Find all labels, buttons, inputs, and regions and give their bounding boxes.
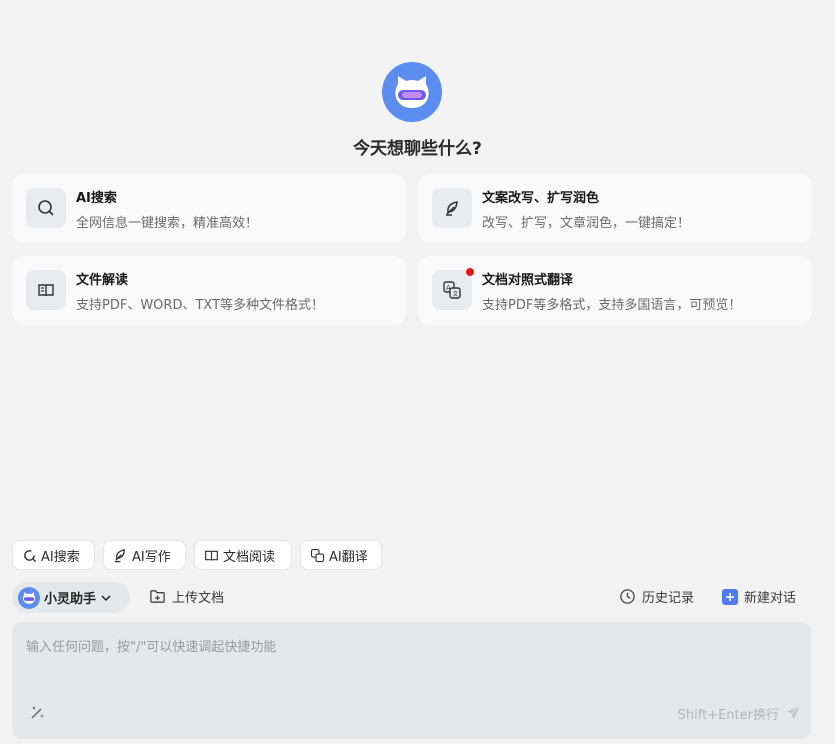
chip-doc-reading[interactable]: 文档阅读 [194,540,292,570]
page-title: 今天想聊些什么? [353,139,482,159]
chip-ai-search[interactable]: AI搜索 [12,540,95,570]
search-refresh-icon [24,549,37,562]
upload-label: 上传文档 [172,591,225,606]
mascot-logo [382,62,442,122]
card-description: 支持PDF等多格式，支持多国语言，可预览！ [482,298,742,313]
search-icon [26,188,66,228]
new-badge [466,268,474,276]
chat-input-panel: Shift+Enter换行 [12,622,811,739]
card-title: AI搜索 [76,191,117,206]
card-title: 文档对照式翻译 [482,273,574,288]
chip-ai-translate[interactable]: AI翻译 [300,540,382,570]
chip-label: AI翻译 [329,549,368,565]
feature-card-rewrite[interactable]: 文案改写、扩写润色 改写、扩写，文章润色，一键搞定！ [418,174,812,243]
chevron-down-icon [101,594,111,601]
feature-card-file-reading[interactable]: 文件解读 支持PDF、WORD、TXT等多种文件格式！ [12,256,406,325]
new-chat-button[interactable]: 新建对话 [722,587,796,606]
send-icon[interactable] [783,702,803,722]
card-description: 改写、扩写，文章润色，一键搞定！ [482,216,691,231]
chip-label: AI写作 [132,549,171,565]
plus-square-icon [722,588,738,605]
feature-card-translate[interactable]: A文 文档对照式翻译 支持PDF等多格式，支持多国语言，可预览！ [418,256,812,325]
translate-icon [310,548,325,562]
chip-label: AI搜索 [41,549,80,565]
book-icon [205,550,218,561]
chip-ai-writing[interactable]: AI写作 [103,540,186,570]
pen-icon [114,548,125,562]
magic-wand-icon[interactable] [28,702,48,722]
avatar [18,586,40,609]
clock-icon [620,589,635,604]
feather-icon [432,188,472,228]
book-icon [26,270,66,310]
newline-hint: Shift+Enter换行 [677,708,779,723]
history-label: 历史记录 [642,591,695,606]
mascot-face-icon [22,591,36,604]
card-title: 文件解读 [76,273,129,288]
assistant-name: 小灵助手 [44,592,97,607]
chat-input[interactable] [24,634,798,698]
card-description: 支持PDF、WORD、TXT等多种文件格式！ [76,298,325,313]
card-title: 文案改写、扩写润色 [482,191,600,206]
svg-text:A: A [446,284,451,292]
translate-icon: A文 [432,270,472,310]
mascot-face-icon [395,76,429,108]
feature-card-ai-search[interactable]: AI搜索 全网信息一键搜索，精准高效！ [12,174,406,243]
history-button[interactable]: 历史记录 [619,587,694,606]
new-chat-label: 新建对话 [744,591,797,606]
chip-label: 文档阅读 [223,549,276,565]
assistant-selector[interactable]: 小灵助手 [12,582,130,613]
svg-text:文: 文 [453,290,459,298]
folder-plus-icon [150,590,165,603]
upload-document-button[interactable]: 上传文档 [149,587,224,606]
card-description: 全网信息一键搜索，精准高效！ [76,216,259,231]
